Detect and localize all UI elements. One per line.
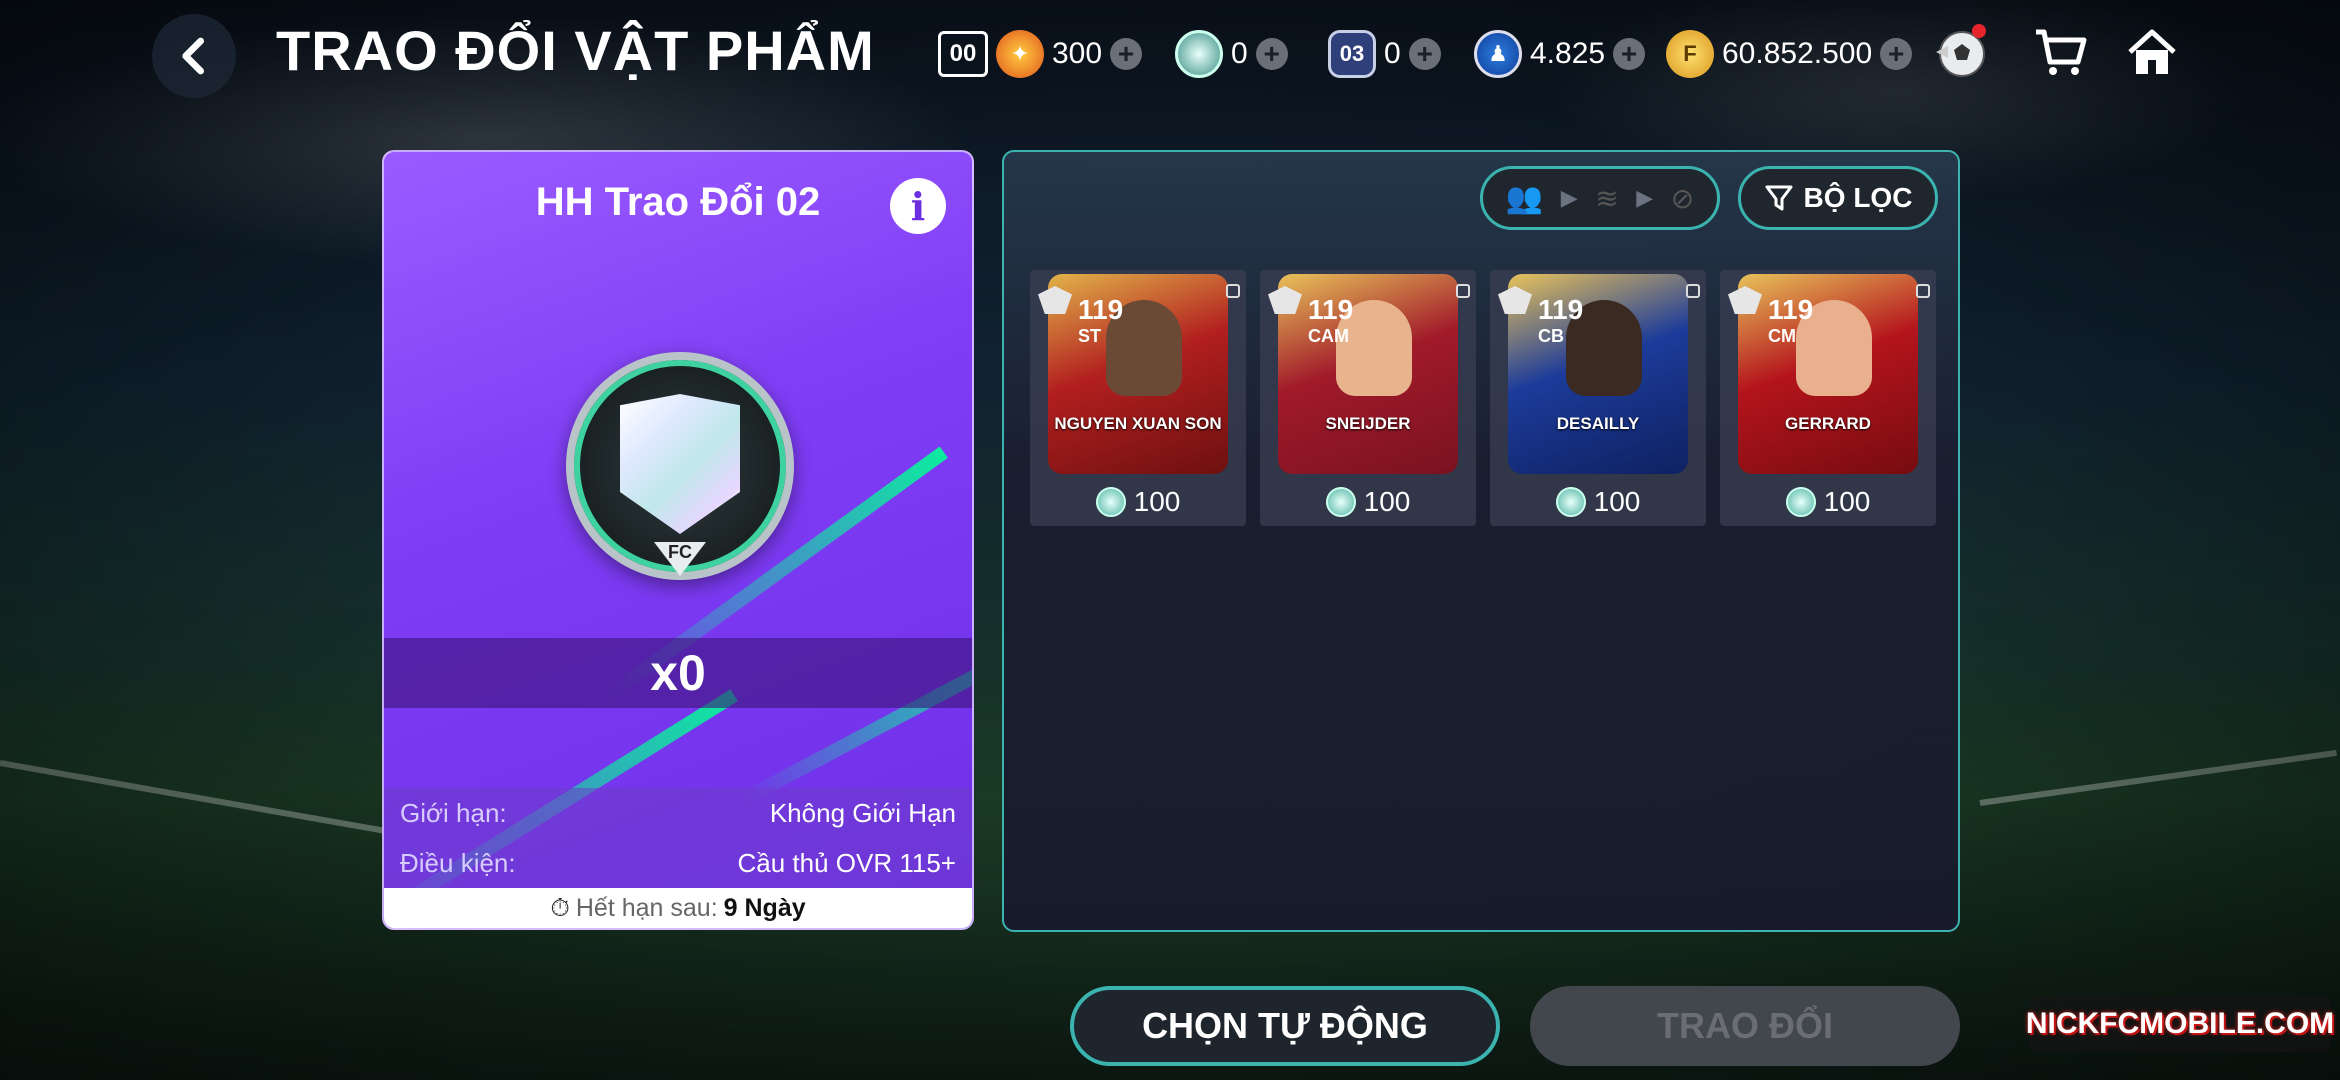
player-card-slot[interactable]: 119 CAM SNEIJDER 100 <box>1260 270 1476 526</box>
player-name: GERRARD <box>1785 414 1871 433</box>
gem-icon <box>1555 487 1586 517</box>
chevron-right-icon: ▶ <box>1636 185 1654 210</box>
cart-icon <box>2036 29 2087 75</box>
item-emblem: FC <box>566 352 794 580</box>
coin-stack-icon[interactable]: ≋ <box>1595 182 1618 215</box>
player-name: NGUYEN XUAN SON <box>1054 414 1222 433</box>
currency-value: 0 <box>1384 37 1401 70</box>
plus-icon[interactable]: + <box>1110 38 1143 70</box>
exchange-item-card: HH Trao Đổi 02 i FC x0 Giới hạn: Không G… <box>382 150 974 930</box>
player-token-icon: ♟ <box>1474 30 1522 78</box>
lock-icon <box>1686 284 1700 298</box>
trade-button[interactable]: TRAO ĐỔI <box>1530 986 1960 1066</box>
notification-badge <box>1972 24 1986 38</box>
player-card-slot[interactable]: 119 CB DESAILLY 100 <box>1490 270 1706 526</box>
item-title: HH Trao Đổi 02 <box>535 180 821 224</box>
info-icon: i <box>910 183 926 229</box>
fc-coin-icon: F <box>1666 30 1714 78</box>
chevron-left-icon <box>182 37 204 75</box>
player-card: 119 CB DESAILLY <box>1508 274 1688 474</box>
player-selection-panel: 👥 ▶ ≋ ▶ ⊘ BỘ LỌC 119 ST NGUYEN XUAN SON … <box>1002 150 1960 932</box>
back-button[interactable] <box>152 14 236 98</box>
player-position: ST <box>1078 326 1102 346</box>
filter-icon <box>1765 185 1793 211</box>
player-card: 119 CM GERRARD <box>1738 274 1918 474</box>
currency-fc-coin[interactable]: F 60.852.500 + <box>1666 26 1913 82</box>
info-value: Không Giới Hạn <box>769 797 956 828</box>
home-button[interactable] <box>2120 20 2184 84</box>
expiry-value: 9 Ngày <box>723 893 806 922</box>
sort-options[interactable]: 👥 ▶ ≋ ▶ ⊘ <box>1480 166 1720 230</box>
filter-button[interactable]: BỘ LỌC <box>1738 166 1938 230</box>
cost-value: 100 <box>1823 486 1871 517</box>
gem-icon <box>1785 487 1816 517</box>
player-cost: 100 <box>1260 486 1476 518</box>
currency-value: 4.825 <box>1530 37 1606 70</box>
player-card-slot[interactable]: 119 CM GERRARD 100 <box>1720 270 1936 526</box>
auto-select-button[interactable]: CHỌN TỰ ĐỘNG <box>1070 986 1500 1066</box>
chevron-right-icon: ▶ <box>1560 185 1578 210</box>
player-ovr: 119 <box>1078 294 1124 325</box>
shop-button[interactable] <box>2028 20 2092 84</box>
cost-value: 100 <box>1363 486 1411 517</box>
item-info: Giới hạn: Không Giới Hạn Điều kiện: Cầu … <box>384 788 972 888</box>
plus-icon[interactable]: + <box>1880 38 1913 70</box>
page-title: TRAO ĐỔI VẬT PHẨM <box>276 19 875 82</box>
player-position: CAM <box>1308 326 1349 346</box>
player-ovr: 119 <box>1538 294 1584 325</box>
player-ovr: 119 <box>1308 294 1354 325</box>
currency-silver-shield[interactable]: 0 + <box>1175 26 1288 82</box>
currency-player-token[interactable]: ♟ 4.825 + <box>1474 26 1646 82</box>
player-cost: 100 <box>1490 486 1706 518</box>
team-icon[interactable]: 👥 <box>1506 181 1543 216</box>
watermark-logo: NICKFCMOBILE.COM <box>2026 996 2334 1052</box>
expiry-bar: ⏱ Hết hạn sau: 9 Ngày <box>384 888 972 928</box>
player-position: CB <box>1538 326 1564 346</box>
lock-icon <box>1226 284 1240 298</box>
player-card: 119 ST NGUYEN XUAN SON <box>1048 274 1228 474</box>
currency-value: 300 <box>1052 37 1103 70</box>
plus-icon[interactable]: + <box>1613 38 1646 70</box>
home-icon <box>2128 29 2176 74</box>
stopwatch-icon: ⏱ <box>550 893 570 922</box>
gem-icon <box>1325 487 1356 517</box>
player-cost: 100 <box>1030 486 1246 518</box>
player-card: 119 CAM SNEIJDER <box>1278 274 1458 474</box>
info-button[interactable]: i <box>890 178 946 234</box>
ticket-03-icon: 03 <box>1328 30 1376 78</box>
filter-label: BỘ LỌC <box>1803 182 1913 213</box>
expiry-label: Hết hạn sau: <box>575 893 718 922</box>
currency-gold-emblem[interactable]: 00 ✦ 300 + <box>938 26 1143 82</box>
season-tag: 00 <box>938 31 988 77</box>
lock-icon <box>1456 284 1470 298</box>
info-value: Cầu thủ OVR 115+ <box>737 847 957 878</box>
player-cost: 100 <box>1720 486 1936 518</box>
fc-logo-icon: FC <box>654 542 706 576</box>
info-row-limit: Giới hạn: Không Giới Hạn <box>384 788 972 838</box>
plus-icon[interactable]: + <box>1255 38 1288 70</box>
currency-value: 0 <box>1231 37 1248 70</box>
player-ovr: 119 <box>1768 294 1814 325</box>
silver-shield-icon <box>1175 30 1223 78</box>
cost-value: 100 <box>1593 486 1641 517</box>
plus-icon[interactable]: + <box>1408 38 1441 70</box>
currency-value: 60.852.500 <box>1722 37 1873 70</box>
shield-icon <box>620 394 740 534</box>
player-name: SNEIJDER <box>1325 414 1411 433</box>
gem-icon <box>1095 487 1126 517</box>
item-quantity: x0 <box>384 638 972 708</box>
gold-emblem-icon: ✦ <box>996 30 1044 78</box>
event-ball-button[interactable] <box>1928 20 1992 84</box>
player-position: CM <box>1768 326 1796 346</box>
info-label: Điều kiện: <box>400 847 516 878</box>
info-row-condition: Điều kiện: Cầu thủ OVR 115+ <box>384 838 972 888</box>
info-label: Giới hạn: <box>400 797 507 828</box>
currency-ticket[interactable]: 03 0 + <box>1328 26 1441 82</box>
player-card-slot[interactable]: 119 ST NGUYEN XUAN SON 100 <box>1030 270 1246 526</box>
no-sell-icon[interactable]: ⊘ <box>1671 182 1694 215</box>
player-name: DESAILLY <box>1556 414 1640 433</box>
lock-icon <box>1916 284 1930 298</box>
cost-value: 100 <box>1133 486 1181 517</box>
